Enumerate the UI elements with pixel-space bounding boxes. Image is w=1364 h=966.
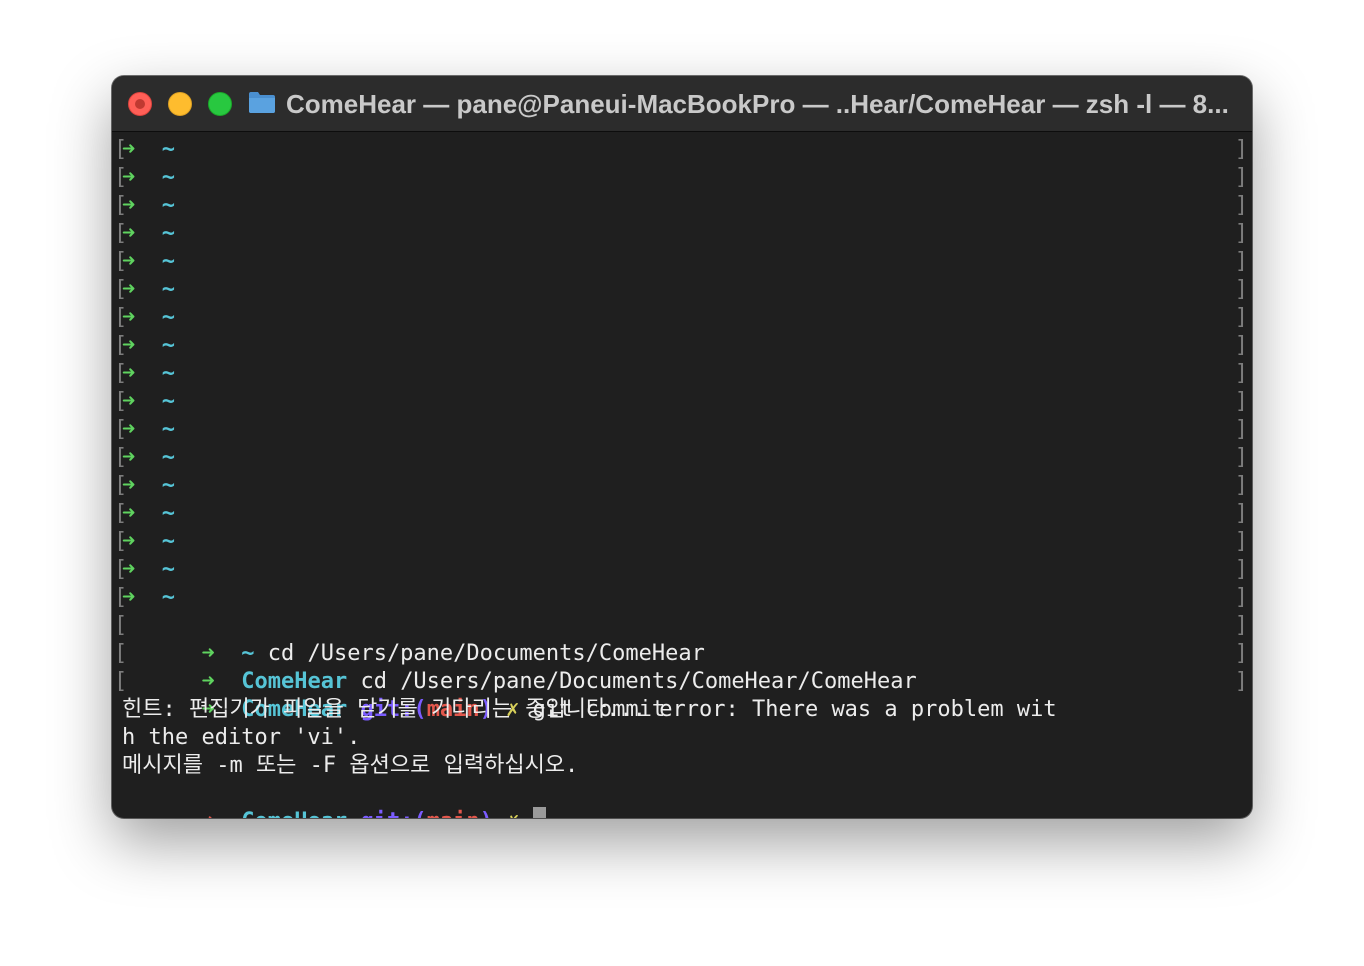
bracket-left: [ [114, 137, 128, 162]
prompt-line: [➜ ~] [112, 416, 1252, 444]
prompt-dir: ~ [161, 221, 175, 246]
close-button[interactable] [128, 92, 152, 116]
dirty-mark: ✗ [506, 809, 519, 818]
bracket-left: [ [114, 389, 128, 414]
bracket-right: ] [1234, 613, 1248, 638]
bracket-left: [ [114, 613, 128, 638]
prompt-line: [➜ ~] [112, 444, 1252, 472]
bracket-left: [ [114, 529, 128, 554]
prompt-line: [➜ ~] [112, 556, 1252, 584]
text-cursor[interactable] [532, 807, 546, 818]
prompt-dir: ~ [161, 333, 175, 358]
prompt-line: [➜ ~ cd /Users/pane/Documents/ComeHear ] [112, 612, 1252, 666]
bracket-right: ] [1234, 445, 1248, 470]
output-line: 힌트: 편집기가 파일을 닫기를 기다리는 중입니다... error: The… [122, 697, 1057, 722]
bracket-right: ] [1234, 669, 1248, 694]
title-bar[interactable]: ComeHear — pane@Paneui-MacBookPro — ..He… [112, 76, 1252, 132]
bracket-right: ] [1234, 305, 1248, 330]
prompt-dir: ~ [161, 277, 175, 302]
prompt-line: [➜ ~] [112, 584, 1252, 612]
prompt-dir: ComeHear [241, 809, 347, 818]
prompt-dir: ~ [161, 361, 175, 386]
git-branch: main [427, 809, 480, 818]
bracket-right: ] [1234, 501, 1248, 526]
bracket-left: [ [114, 669, 128, 694]
prompt-line: [➜ ~] [112, 528, 1252, 556]
bracket-right: ] [1234, 361, 1248, 386]
bracket-left: [ [114, 165, 128, 190]
bracket-right: ] [1234, 417, 1248, 442]
prompt-line: [➜ ~] [112, 332, 1252, 360]
bracket-left: [ [114, 305, 128, 330]
prompt-dir: ~ [161, 305, 175, 330]
bracket-right: ] [1234, 221, 1248, 246]
prompt-dir: ~ [161, 501, 175, 526]
bracket-left: [ [114, 557, 128, 582]
prompt-line: [➜ ~] [112, 192, 1252, 220]
bracket-left: [ [114, 333, 128, 358]
prompt-line: [➜ ComeHear cd /Users/pane/Documents/Com… [112, 640, 1252, 694]
bracket-left: [ [114, 417, 128, 442]
folder-icon [249, 92, 275, 113]
prompt-dir: ~ [161, 417, 175, 442]
prompt-dir: ~ [161, 389, 175, 414]
prompt-line: [➜ ~] [112, 276, 1252, 304]
zoom-button[interactable] [208, 92, 232, 116]
prompt-line: [➜ ~] [112, 360, 1252, 388]
prompt-line: [➜ ~] [112, 164, 1252, 192]
bracket-right: ] [1234, 165, 1248, 190]
bracket-right: ] [1234, 389, 1248, 414]
bracket-right: ] [1234, 585, 1248, 610]
bracket-left: [ [114, 221, 128, 246]
bracket-left: [ [114, 277, 128, 302]
bracket-right: ] [1234, 249, 1248, 274]
bracket-right: ] [1234, 473, 1248, 498]
bracket-right: ] [1234, 641, 1248, 666]
prompt-line: [➜ ~] [112, 388, 1252, 416]
prompt-line: [➜ ~] [112, 248, 1252, 276]
active-prompt-line[interactable]: ➜ ComeHear git:(main) ✗ [112, 780, 1252, 818]
bracket-left: [ [114, 193, 128, 218]
terminal-content[interactable]: [➜ ~][➜ ~][➜ ~][➜ ~][➜ ~][➜ ~][➜ ~][➜ ~]… [112, 136, 1252, 818]
minimize-button[interactable] [168, 92, 192, 116]
bracket-left: [ [114, 445, 128, 470]
prompt-arrow: ➜ [201, 809, 214, 818]
bracket-right: ] [1234, 193, 1248, 218]
bracket-left: [ [114, 473, 128, 498]
output-line: 메시지를 -m 또는 -F 옵션으로 입력하십시오. [122, 753, 579, 778]
prompt-dir: ~ [161, 473, 175, 498]
bracket-right: ] [1234, 137, 1248, 162]
bracket-right: ] [1234, 557, 1248, 582]
window-title: ComeHear — pane@Paneui-MacBookPro — ..He… [286, 89, 1229, 119]
terminal-window: ComeHear — pane@Paneui-MacBookPro — ..He… [112, 76, 1252, 818]
close-icon [135, 99, 145, 109]
bracket-left: [ [114, 249, 128, 274]
prompt-line: [➜ ~] [112, 136, 1252, 164]
prompt-line: [➜ ~] [112, 304, 1252, 332]
output-line: h the editor 'vi'. [122, 725, 361, 750]
bracket-left: [ [114, 585, 128, 610]
prompt-dir: ~ [161, 585, 175, 610]
bracket-right: ] [1234, 529, 1248, 554]
bracket-right: ] [1234, 333, 1248, 358]
git-suffix: ) [480, 809, 493, 818]
prompt-dir: ~ [161, 193, 175, 218]
prompt-line: [➜ ~] [112, 220, 1252, 248]
git-prefix: git:( [360, 809, 426, 818]
bracket-left: [ [114, 361, 128, 386]
prompt-line: [➜ ~] [112, 500, 1252, 528]
prompt-dir: ~ [161, 137, 175, 162]
prompt-dir: ~ [161, 445, 175, 470]
prompt-dir: ~ [161, 557, 175, 582]
prompt-line: [➜ ~] [112, 472, 1252, 500]
bracket-right: ] [1234, 277, 1248, 302]
bracket-left: [ [114, 501, 128, 526]
bracket-left: [ [114, 641, 128, 666]
prompt-line: [➜ ComeHear git:(main) ✗ git commit ] [112, 668, 1252, 722]
prompt-dir: ~ [161, 249, 175, 274]
prompt-dir: ~ [161, 165, 175, 190]
prompt-dir: ~ [161, 529, 175, 554]
